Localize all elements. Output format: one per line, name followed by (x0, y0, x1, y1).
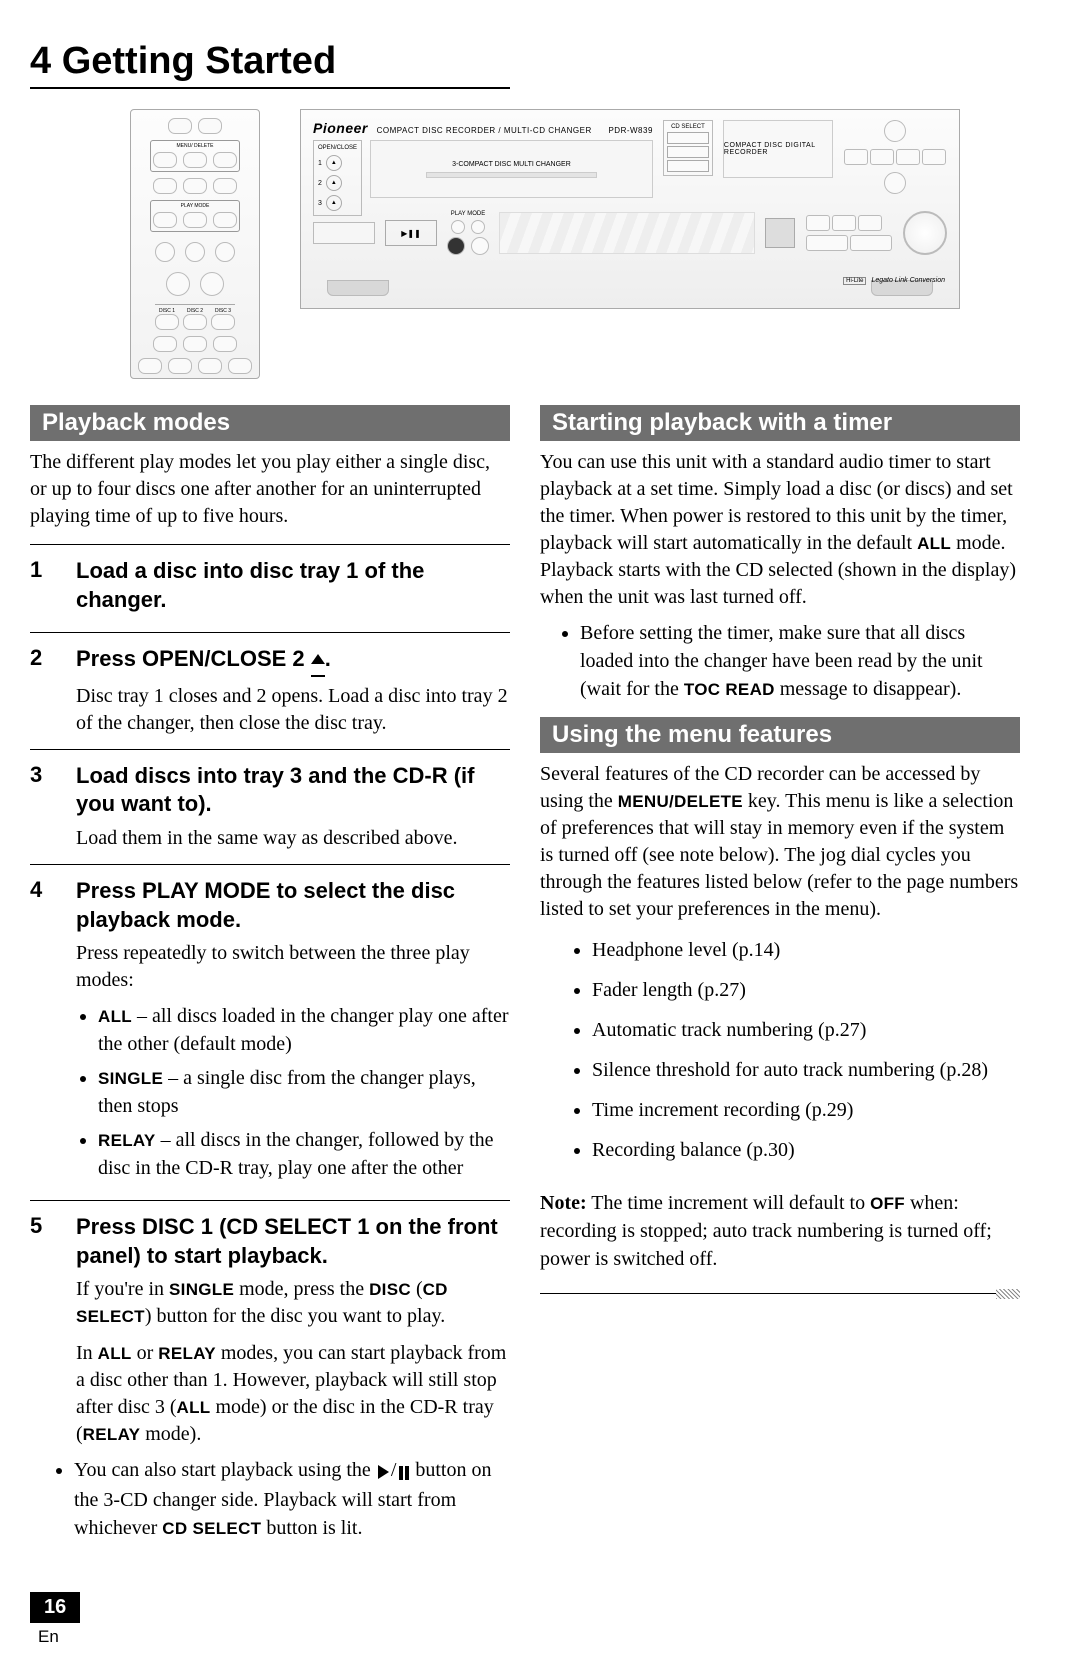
left-column: Playback modes The different play modes … (30, 399, 510, 1552)
panel-branding: Pioneer COMPACT DISC RECORDER / MULTI-CD… (313, 120, 653, 136)
page-language: En (38, 1627, 59, 1647)
step-5: 5 Press DISC 1 (CD SELECT 1 on the front… (30, 1200, 510, 1552)
front-panel-diagram: Pioneer COMPACT DISC RECORDER / MULTI-CD… (300, 109, 960, 309)
step-list: 1 Load a disc into disc tray 1 of the ch… (30, 544, 510, 1552)
changer-tray: 3-COMPACT DISC MULTI CHANGER (370, 140, 653, 198)
step-3: 3 Load discs into tray 3 and the CD-R (i… (30, 749, 510, 864)
page-footer: 16 En (30, 1592, 1020, 1647)
note-block: Note: The time increment will default to… (540, 1189, 1020, 1273)
remote-menu-delete-label: MENU/ DELETE (177, 144, 214, 149)
remote-diagram: MENU/ DELETE PLAY MODE DISC 1 DISC 2 (130, 109, 260, 379)
section-menu-features: Using the menu features (540, 717, 1020, 753)
jog-dial (903, 211, 947, 255)
page-number: 16 (30, 1592, 80, 1623)
chapter-title: 4 Getting Started (30, 40, 510, 89)
menu-features-body: Several features of the CD recorder can … (540, 761, 1020, 923)
step-4: 4 Press PLAY MODE to select the disc pla… (30, 864, 510, 1200)
recorder-display: COMPACT DISC DIGITAL RECORDER (723, 120, 833, 178)
menu-feature-list: Headphone level (p.14) Fader length (p.2… (570, 935, 1020, 1165)
timer-body: You can use this unit with a standard au… (540, 449, 1020, 611)
pause-icon (398, 1458, 410, 1486)
play-mode-options: ALL – all discs loaded in the changer pl… (76, 1002, 510, 1182)
section-playback-modes: Playback modes (30, 405, 510, 441)
playback-modes-intro: The different play modes let you play ei… (30, 449, 510, 530)
play-icon (378, 1465, 389, 1479)
eject-icon (311, 645, 325, 677)
right-column: Starting playback with a timer You can u… (540, 399, 1020, 1552)
hardware-diagrams: MENU/ DELETE PLAY MODE DISC 1 DISC 2 (130, 109, 1020, 379)
remote-play-mode-label: PLAY MODE (181, 204, 210, 209)
section-timer: Starting playback with a timer (540, 405, 1020, 441)
step-1: 1 Load a disc into disc tray 1 of the ch… (30, 544, 510, 632)
note-divider (540, 1293, 996, 1294)
timer-bullets: Before setting the timer, make sure that… (558, 619, 1020, 703)
cd-select-group: CD SELECT (663, 120, 713, 176)
step-2: 2 Press OPEN/CLOSE 2 . Disc tray 1 close… (30, 632, 510, 749)
